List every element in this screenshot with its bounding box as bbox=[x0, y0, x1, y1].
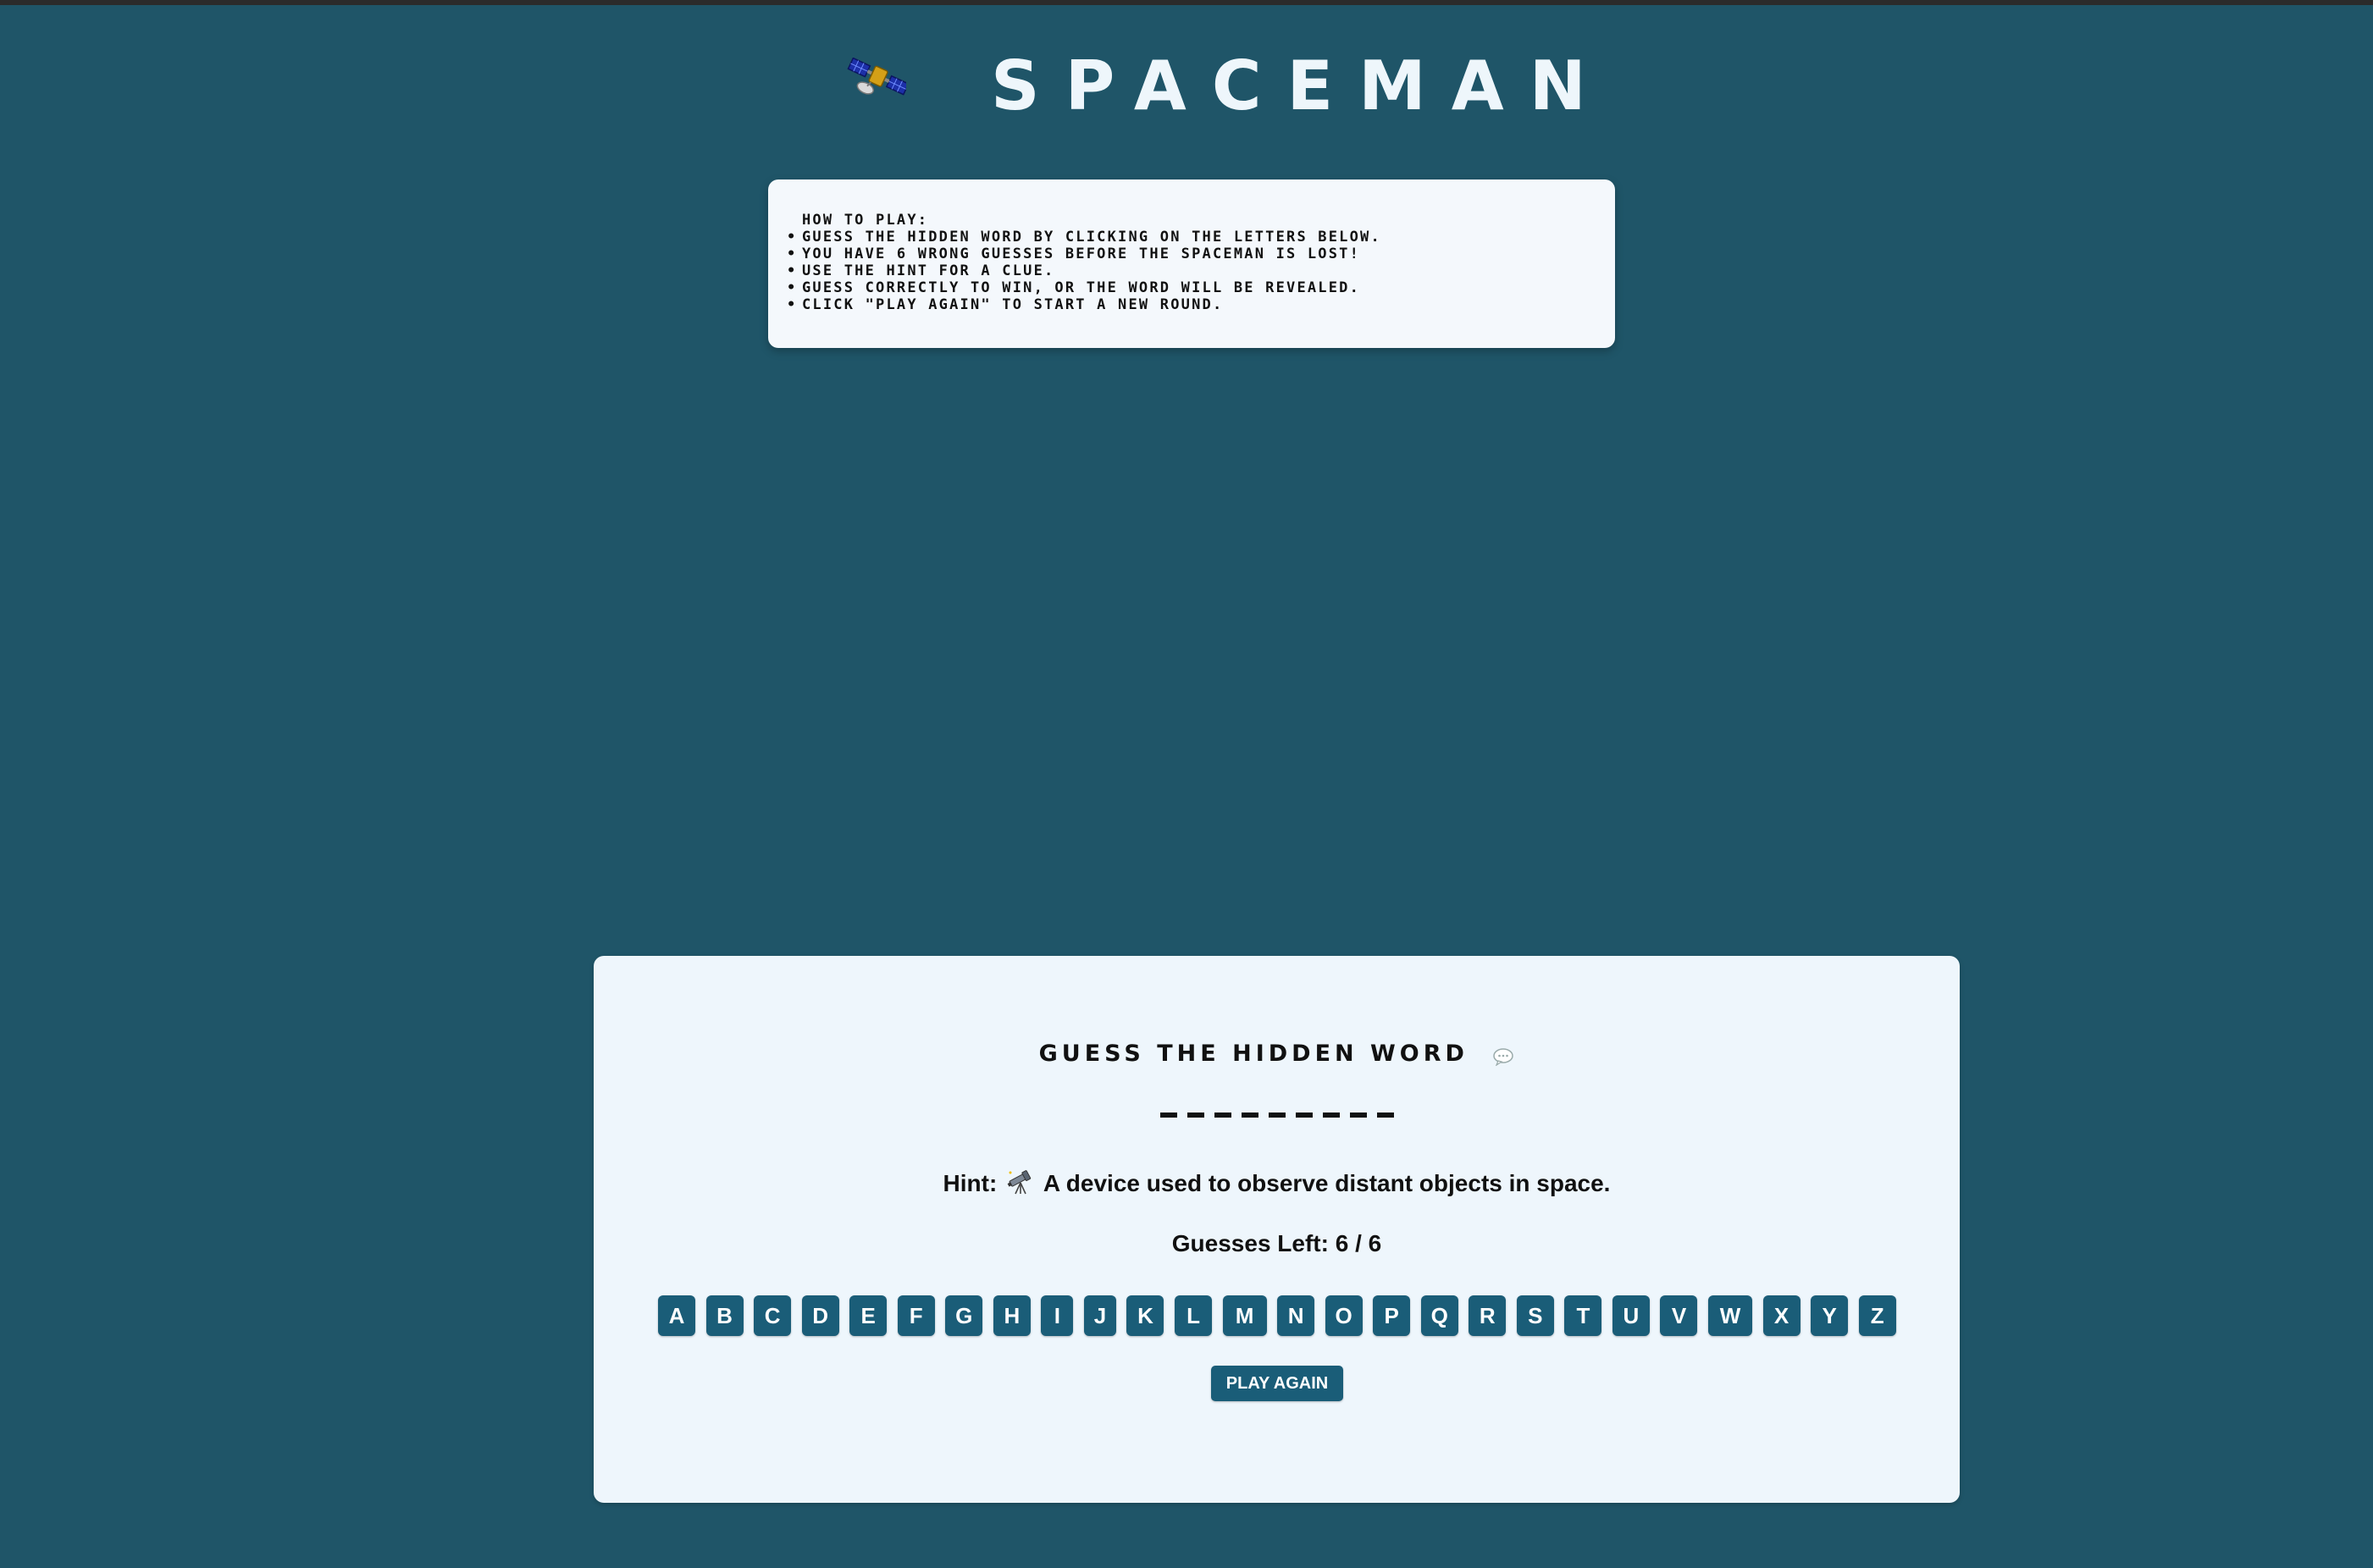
letter-blank bbox=[1214, 1113, 1231, 1118]
letter-blank bbox=[1241, 1113, 1258, 1118]
hint-text: A device used to observe distant objects… bbox=[1043, 1170, 1611, 1196]
letter-button-k[interactable]: K bbox=[1126, 1295, 1164, 1336]
bullet: • bbox=[787, 229, 798, 246]
header: SPACEMAN bbox=[0, 51, 2373, 127]
bullet: • bbox=[787, 262, 798, 279]
letter-blank bbox=[1376, 1113, 1394, 1118]
letter-button-j[interactable]: J bbox=[1083, 1295, 1116, 1336]
game-panel: GUESS THE HIDDEN WORD Hint: A device use… bbox=[594, 956, 1960, 1503]
letter-button-y[interactable]: Y bbox=[1811, 1295, 1849, 1336]
letter-button-b[interactable]: B bbox=[705, 1295, 744, 1336]
telescope-icon bbox=[1007, 1169, 1034, 1195]
bullet: • bbox=[787, 279, 798, 296]
how-to-line: • Guess correctly to win, or the word wil… bbox=[787, 279, 1615, 296]
how-to-text: Use the hint for a clue. bbox=[802, 262, 1055, 279]
letter-button-d[interactable]: D bbox=[801, 1295, 839, 1336]
game-title: GUESS THE HIDDEN WORD bbox=[594, 1041, 1960, 1067]
letter-button-s[interactable]: S bbox=[1516, 1295, 1554, 1336]
game-title-text: GUESS THE HIDDEN WORD bbox=[1038, 1041, 1469, 1067]
hint-label: Hint: bbox=[943, 1170, 998, 1196]
letter-button-h[interactable]: H bbox=[993, 1295, 1031, 1336]
speech-bubble-icon bbox=[1492, 1046, 1514, 1067]
letter-blank bbox=[1295, 1113, 1313, 1118]
letter-button-q[interactable]: Q bbox=[1420, 1295, 1458, 1336]
letter-button-g[interactable]: G bbox=[945, 1295, 983, 1336]
how-to-text: Guess correctly to win, or the word will… bbox=[802, 279, 1361, 296]
how-to-play-panel: How to Play: • Guess the hidden word by cl… bbox=[768, 179, 1615, 348]
guesses-left: Guesses Left: 6 / 6 bbox=[1171, 1230, 1382, 1256]
how-to-text: How to Play: bbox=[802, 212, 929, 229]
how-to-line: • You have 6 wrong guesses before the spa… bbox=[787, 246, 1615, 262]
bullet: • bbox=[787, 246, 798, 262]
letter-button-t[interactable]: T bbox=[1564, 1295, 1602, 1336]
letter-button-p[interactable]: P bbox=[1373, 1295, 1411, 1336]
letter-button-o[interactable]: O bbox=[1325, 1295, 1363, 1336]
play-again-button[interactable]: PLAY AGAIN bbox=[1211, 1366, 1343, 1401]
letter-button-z[interactable]: Z bbox=[1858, 1295, 1896, 1336]
how-to-text: You have 6 wrong guesses before the spac… bbox=[802, 246, 1361, 262]
letter-button-n[interactable]: N bbox=[1277, 1295, 1315, 1336]
how-to-line: How to Play: bbox=[787, 212, 1615, 229]
how-to-text: Guess the hidden word by clicking on the… bbox=[802, 229, 1381, 246]
window-top-bar bbox=[0, 0, 2373, 5]
letter-blank bbox=[1159, 1113, 1177, 1118]
letter-button-f[interactable]: F bbox=[897, 1295, 935, 1336]
letter-blank bbox=[1186, 1113, 1204, 1118]
letter-button-c[interactable]: C bbox=[754, 1295, 792, 1336]
letter-blank bbox=[1322, 1113, 1340, 1118]
letter-blank bbox=[1268, 1113, 1286, 1118]
letter-keyboard: ABCDEFGHIJKLMNOPQRSTUVWXYZ bbox=[658, 1295, 1896, 1336]
how-to-text: Click "Play Again" to start a new round. bbox=[802, 296, 1224, 313]
satellite-icon bbox=[842, 57, 910, 113]
letter-blank bbox=[1349, 1113, 1367, 1118]
letter-button-u[interactable]: U bbox=[1612, 1295, 1650, 1336]
letter-button-a[interactable]: A bbox=[658, 1295, 695, 1336]
letter-button-i[interactable]: I bbox=[1041, 1295, 1074, 1336]
how-to-line: • Use the hint for a clue. bbox=[787, 262, 1615, 279]
letter-button-x[interactable]: X bbox=[1762, 1295, 1800, 1336]
letter-button-m[interactable]: M bbox=[1222, 1295, 1267, 1336]
how-to-line: • Guess the hidden word by clicking on th… bbox=[787, 229, 1615, 246]
letter-button-e[interactable]: E bbox=[849, 1295, 888, 1336]
letter-button-l[interactable]: L bbox=[1175, 1295, 1213, 1336]
page-title: SPACEMAN bbox=[991, 47, 1612, 125]
bullet: • bbox=[787, 296, 798, 313]
letter-button-r[interactable]: R bbox=[1469, 1295, 1507, 1336]
hidden-word bbox=[594, 1113, 1960, 1118]
hint: Hint: A device used to observe distant o… bbox=[594, 1169, 1960, 1197]
letter-button-v[interactable]: V bbox=[1660, 1295, 1698, 1336]
letter-button-w[interactable]: W bbox=[1708, 1295, 1753, 1336]
how-to-line: • Click "Play Again" to start a new round… bbox=[787, 296, 1615, 313]
